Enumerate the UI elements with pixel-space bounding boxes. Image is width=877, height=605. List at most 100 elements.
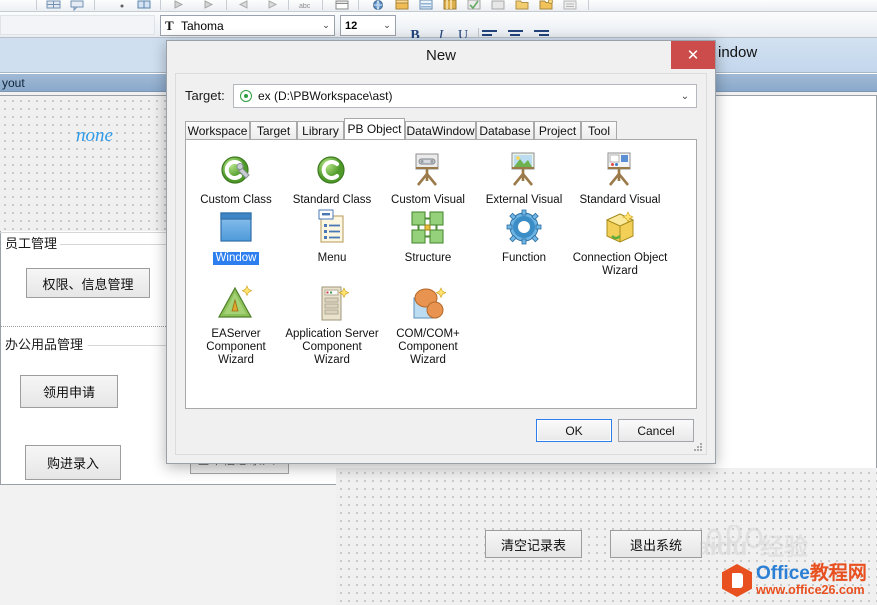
target-value: ex (D:\PBWorkspace\ast) [258, 89, 393, 103]
custom-visual-icon [406, 148, 450, 192]
ok-button[interactable]: OK [536, 419, 612, 442]
datawindow-icon[interactable] [418, 0, 434, 11]
item-window[interactable]: Window [188, 206, 284, 265]
design-canvas-top[interactable] [0, 96, 172, 231]
format-toolbar: T Tahoma ⌄ 12 ⌄ B I U [0, 12, 877, 44]
background-left-titlebar [0, 38, 173, 73]
font-size-value: 12 [345, 19, 358, 32]
run-back-icon[interactable] [236, 0, 252, 11]
folder-icon[interactable] [514, 0, 530, 11]
item-function[interactable]: Function [476, 206, 572, 265]
function-icon [502, 206, 546, 250]
purchase-entry-button[interactable]: 购进录入 [25, 445, 121, 480]
close-icon[interactable]: ✕ [671, 41, 715, 69]
resize-grip[interactable] [693, 442, 703, 452]
grid-icon[interactable] [136, 0, 152, 11]
play-icon[interactable] [170, 0, 186, 11]
item-menu[interactable]: Menu [284, 206, 380, 265]
comment-icon[interactable] [70, 0, 86, 11]
exit-system-button[interactable]: 退出系统 [610, 530, 702, 558]
abc-check-icon[interactable]: abc [298, 0, 314, 11]
font-size-combo[interactable]: 12 ⌄ [340, 15, 396, 36]
tab-target[interactable]: Target [250, 121, 297, 139]
item-standard-class[interactable]: Standard Class [284, 148, 380, 207]
font-name-value: Tahoma [181, 18, 224, 33]
pbobject-icon[interactable] [466, 0, 482, 11]
office-watermark: Office教程网 www.office26.com [722, 560, 877, 600]
cancel-button[interactable]: Cancel [618, 419, 694, 442]
item-structure[interactable]: Structure [380, 206, 476, 265]
external-visual-icon [502, 148, 546, 192]
window-icon[interactable] [334, 0, 350, 11]
item-label: Function [501, 252, 547, 264]
dialog-title: New [425, 47, 456, 64]
toolbar-empty-field [0, 15, 155, 35]
target-label: Target: [185, 88, 225, 103]
item-easerver-component-wizard[interactable]: EAServer Component Wizard [188, 282, 284, 367]
item-com-component-wizard[interactable]: COM/COM+ Component Wizard [380, 282, 476, 367]
screen-root: abc T Tahoma ⌄ 12 ⌄ B I U indow yout non… [0, 0, 877, 605]
table-icon[interactable] [46, 0, 62, 11]
target-combo[interactable]: ex (D:\PBWorkspace\ast) ⌄ [233, 84, 697, 108]
chevron-down-icon[interactable]: ⌄ [674, 91, 696, 102]
item-custom-class[interactable]: Custom Class [188, 148, 284, 207]
section-title-employee: 员工管理 [5, 236, 58, 251]
structure-icon [406, 206, 450, 250]
chevron-down-icon[interactable]: ⌄ [318, 16, 334, 35]
clear-records-button[interactable]: 清空记录表 [485, 530, 582, 558]
tab-datawindow[interactable]: DataWindow [405, 121, 476, 139]
new-object-dialog: New ✕ Target: ex (D:\PBWorkspace\ast) ⌄ … [166, 40, 716, 464]
menu-icon [310, 206, 354, 250]
item-label: Application Server Component Wizard [285, 328, 379, 366]
application-server-component-wizard-icon [310, 282, 354, 326]
dialog-content: Target: ex (D:\PBWorkspace\ast) ⌄ Worksp… [175, 73, 707, 455]
section-title-office-supplies: 办公用品管理 [5, 337, 84, 352]
item-label: Structure [404, 252, 452, 264]
pb-object-panel: Custom Class Standard Class Custom Visua… [185, 139, 697, 409]
permission-info-button[interactable]: 权限、信息管理 [26, 268, 150, 298]
easerver-component-wizard-icon [214, 282, 258, 326]
tab-database[interactable]: Database [476, 121, 534, 139]
standard-visual-icon [598, 148, 642, 192]
library-icon[interactable] [442, 0, 458, 11]
item-label: COM/COM+ Component Wizard [396, 328, 460, 366]
background-window-title: indow [718, 44, 758, 61]
font-name-combo[interactable]: T Tahoma ⌄ [160, 15, 335, 36]
item-label: Window [212, 252, 260, 265]
item-connection-object-wizard[interactable]: Connection Object Wizard [572, 206, 668, 278]
layout-pane-header: yout [0, 73, 173, 92]
target-row: Target: ex (D:\PBWorkspace\ast) ⌄ [185, 84, 697, 108]
item-application-server-component-wizard[interactable]: Application Server Component Wizard [284, 282, 380, 367]
chevron-down-icon[interactable]: ⌄ [379, 16, 395, 35]
requisition-button[interactable]: 领用申请 [20, 375, 118, 408]
custom-class-icon [214, 148, 258, 192]
tab-project[interactable]: Project [534, 121, 581, 139]
database-icon[interactable] [394, 0, 410, 11]
tab-tool[interactable]: Tool [581, 121, 617, 139]
item-standard-visual[interactable]: Standard Visual [572, 148, 668, 207]
folder-open-icon[interactable] [538, 0, 554, 11]
canvas-placeholder-label: none [76, 125, 113, 146]
window-icon [214, 206, 258, 250]
office-watermark-url: www.office26.com [756, 583, 865, 597]
dialog-titlebar[interactable]: New ✕ [167, 41, 715, 71]
tab-library[interactable]: Library [297, 121, 344, 139]
connection-object-wizard-icon [598, 206, 642, 250]
top-toolbar-strip: abc [0, 0, 877, 12]
com-component-wizard-icon [406, 282, 450, 326]
office-watermark-title: Office教程网 [756, 563, 867, 584]
run-forward-icon[interactable] [264, 0, 280, 11]
dialog-tabstrip: Workspace Target Library PB Object DataW… [185, 118, 697, 139]
tab-pb-object[interactable]: PB Object [344, 118, 405, 139]
item-custom-visual[interactable]: Custom Visual [380, 148, 476, 207]
tab-workspace[interactable]: Workspace [185, 121, 250, 139]
standard-class-icon [310, 148, 354, 192]
properties-icon[interactable] [562, 0, 578, 11]
item-external-visual[interactable]: External Visual [476, 148, 572, 207]
svg-text:abc: abc [299, 3, 311, 10]
bullet-icon[interactable] [118, 0, 134, 11]
play-step-icon[interactable] [200, 0, 216, 11]
item-label: Menu [317, 252, 347, 264]
globe-icon[interactable] [370, 0, 386, 11]
project-icon[interactable] [490, 0, 506, 11]
